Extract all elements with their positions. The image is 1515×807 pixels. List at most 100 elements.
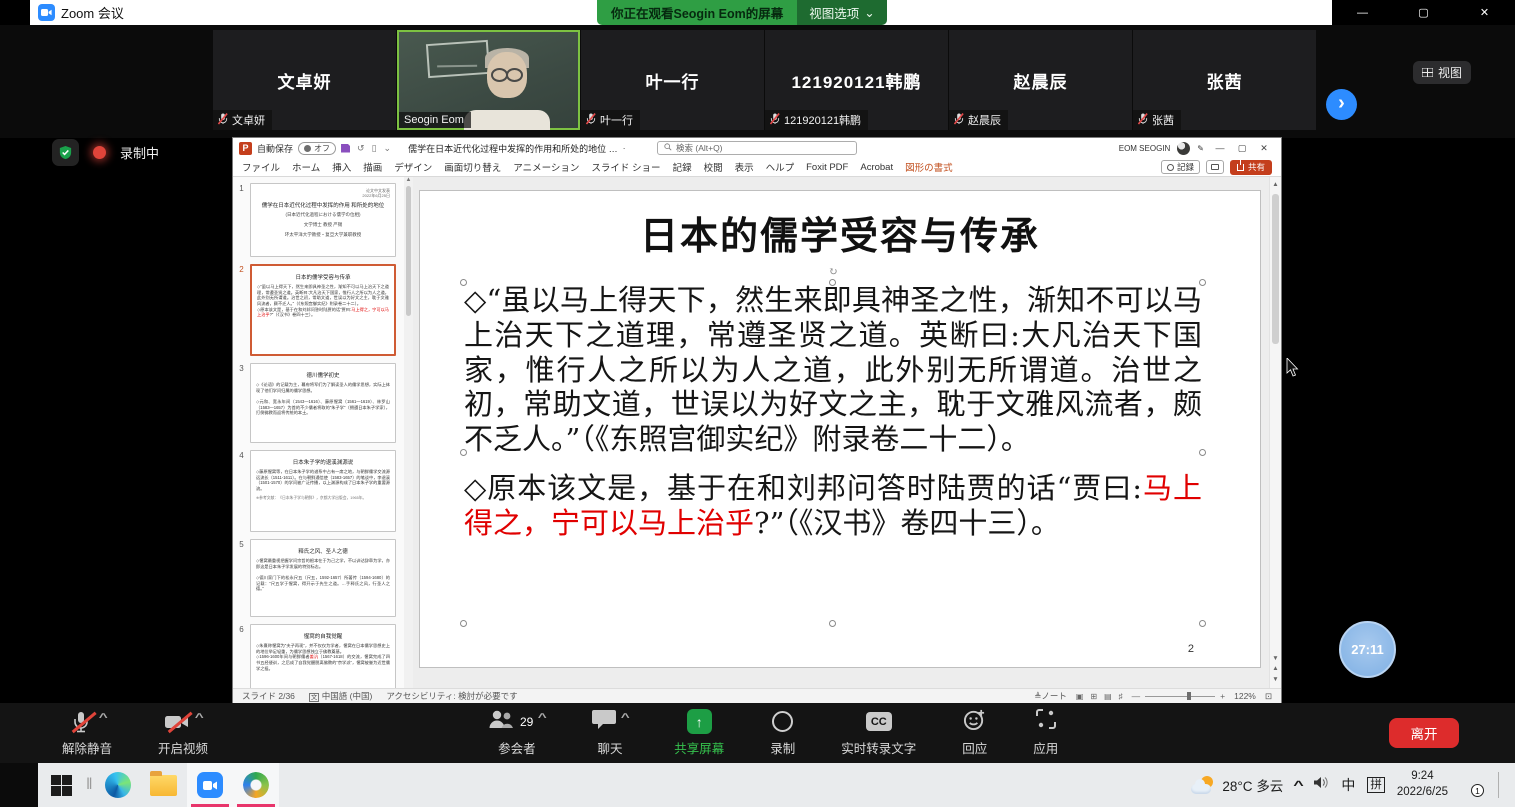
view-options-button[interactable]: 视图选项 ⌄ [797,0,887,25]
tab-record[interactable]: 記録 [673,160,692,174]
search-box[interactable]: 検索 (Alt+Q) [657,141,857,155]
ppt-close-button[interactable]: ✕ [1253,143,1275,154]
normal-view-icon[interactable]: ▣ [1076,692,1084,701]
video-tile[interactable]: 叶一行 叶一行 [581,30,764,130]
scroll-down-icon[interactable]: ▼ [1272,654,1278,664]
tab-transitions[interactable]: 画面切り替え [444,160,501,174]
close-button[interactable]: ✕ [1470,6,1500,19]
tab-foxit-pdf[interactable]: Foxit PDF [806,162,848,173]
rotate-handle[interactable]: ↻ [828,265,837,278]
tray-expand-chevron[interactable]: ^ [1294,778,1305,792]
clock[interactable]: 9:242022/6/25 [1397,769,1448,800]
tab-view[interactable]: 表示 [735,160,754,174]
tab-file[interactable]: ファイル [242,160,280,174]
comments-button[interactable] [1206,160,1224,174]
pen-icon[interactable]: ✎ [1197,144,1204,153]
reading-view-icon[interactable]: ▤ [1104,692,1112,701]
scrollbar-thumb[interactable] [406,186,411,316]
ime-mode-button[interactable]: 拼 [1367,777,1385,793]
notes-button[interactable]: ≜ノート [1034,690,1067,702]
slideshow-icon[interactable]: ♯ [1119,692,1123,701]
minimize-button[interactable]: — [1348,7,1378,19]
tab-shape-format[interactable]: 図形の書式 [905,160,953,174]
save-icon[interactable] [341,144,350,153]
slide-canvas[interactable]: 日本的儒学受容与传承 ↻ ◇“虽以马上得天下，然生来即具神圣之性，渐知不可以马上… [419,190,1261,668]
start-video-button[interactable]: ^ 开启视频 [148,710,218,757]
slide-scrollbar[interactable]: ▲ ▼ ▲ ▼ [1269,177,1281,688]
slide-thumbnail-2-selected[interactable]: 日本的儒学受容与传承 ◇“虽以马上得天下，然生来即具神圣之性，渐知不可以马上治天… [250,264,396,356]
resize-handle[interactable] [1199,449,1206,456]
ppt-minimize-button[interactable]: — [1209,143,1231,154]
participants-button[interactable]: 29 ^ 参会者 [478,710,556,757]
slide-thumbnail-1[interactable]: 论文中文发表2022年6月25日 儒学在日本近代化过程中发挥的作用 和所处的地位… [250,183,396,257]
resize-handle[interactable] [829,279,836,286]
resize-handle[interactable] [460,620,467,627]
scroll-up-icon[interactable]: ▲ [406,177,412,183]
undo-icon[interactable]: ↺ [357,143,365,154]
accessibility-status[interactable]: アクセシビリティ: 検討が必要です [386,690,517,702]
resize-handle[interactable] [1199,279,1206,286]
file-explorer-button[interactable] [141,763,187,807]
video-tile[interactable]: 张茜 张茜 [1133,30,1316,130]
tab-slideshow[interactable]: スライド ショー [591,160,660,174]
tab-design[interactable]: デザイン [394,160,432,174]
next-slide-icon[interactable]: ▼ [1272,675,1278,685]
restore-button[interactable]: ▢ [1409,6,1439,19]
participants-chevron[interactable]: ^ [538,712,547,724]
security-shield-icon[interactable] [52,139,79,166]
app-button[interactable] [233,763,279,807]
zoom-out-icon[interactable]: — [1132,691,1141,701]
tab-review[interactable]: 校閲 [704,160,723,174]
tab-animations[interactable]: アニメーション [513,160,579,174]
tab-home[interactable]: ホーム [292,160,320,174]
language-label[interactable]: 中国語 (中国) [322,691,373,701]
slide-textbox-selected[interactable]: ↻ ◇“虽以马上得天下，然生来即具神圣之性，渐知不可以马上治天下之道理，常遵圣贤… [464,283,1202,623]
weather-widget[interactable]: 28°C 多云 [1191,775,1283,795]
zoom-slider[interactable]: — + [1132,691,1225,701]
slide-thumbnail-5[interactable]: 释氏之风、圣人之德 ◇惺窝最重视把握学问宗旨的根本在于为己之学，不以训诂辞章为学… [250,539,396,617]
slide-title[interactable]: 日本的儒学受容与传承 [420,205,1260,260]
zoom-knob[interactable] [1187,692,1191,700]
fit-slide-icon[interactable]: ⊡ [1265,691,1272,702]
slide-thumbnail-3[interactable]: 德川儒学初史 ◇《论语》的记载为主，幕府将军们为了解读圣人的儒学思想，实际上体现… [250,363,396,443]
share-screen-button[interactable]: ↑ 共享屏幕 [664,710,734,757]
resize-handle[interactable] [829,620,836,627]
record-button[interactable]: 記録 [1161,160,1200,174]
zoom-in-icon[interactable]: + [1220,691,1225,701]
slide-sorter-icon[interactable]: ⊞ [1090,692,1097,701]
speaker-icon[interactable] [1314,776,1329,794]
tab-insert[interactable]: 挿入 [332,160,351,174]
view-layout-button[interactable]: 视图 [1413,61,1471,84]
previous-slide-icon[interactable]: ▲ [1272,664,1278,674]
scroll-up-icon[interactable]: ▲ [1272,180,1278,190]
video-tile[interactable]: 赵晨辰 赵晨辰 [949,30,1132,130]
user-avatar[interactable] [1177,142,1190,155]
resize-handle[interactable] [1199,620,1206,627]
video-tile-active-speaker[interactable]: Seogin Eom [397,30,580,130]
tab-draw[interactable]: 描画 [363,160,382,174]
mic-options-chevron[interactable]: ^ [98,712,107,724]
resize-handle[interactable] [460,449,467,456]
live-transcript-button[interactable]: CC 实时转录文字 [831,710,926,757]
video-tile[interactable]: 文卓妍 文卓妍 [213,30,396,130]
apps-button[interactable]: 应用 [1023,710,1068,757]
slide-thumbnail-6[interactable]: 惺窝的自我觉醒 ◇朱熹称惺窝为“夫子再现”，并不仅仅为学者，惺窝在日本儒学思想史… [250,624,396,688]
start-button[interactable] [38,763,84,807]
chat-chevron[interactable]: ^ [621,712,630,724]
next-participants-button[interactable]: › [1326,89,1357,120]
zoom-percent[interactable]: 122% [1234,691,1256,701]
tab-help[interactable]: ヘルプ [766,160,795,174]
share-button[interactable]: 共有 [1230,160,1272,175]
resize-handle[interactable] [460,279,467,286]
notification-center-button[interactable]: 1 [1460,775,1482,795]
chat-button[interactable]: ^ 聊天 [582,710,638,757]
ime-language-button[interactable]: 中 [1341,775,1355,795]
new-doc-icon[interactable]: ▯ [372,143,377,154]
ppt-restore-button[interactable]: ▢ [1231,143,1253,154]
thumbnail-scrollbar[interactable]: ▲ [404,177,413,688]
qat-dropdown-icon[interactable]: ⌄ [384,143,392,154]
edge-browser-button[interactable] [95,763,141,807]
tab-acrobat[interactable]: Acrobat [860,162,893,173]
zoom-app-button[interactable] [187,763,233,807]
unmute-button[interactable]: ^ 解除静音 [52,710,122,757]
